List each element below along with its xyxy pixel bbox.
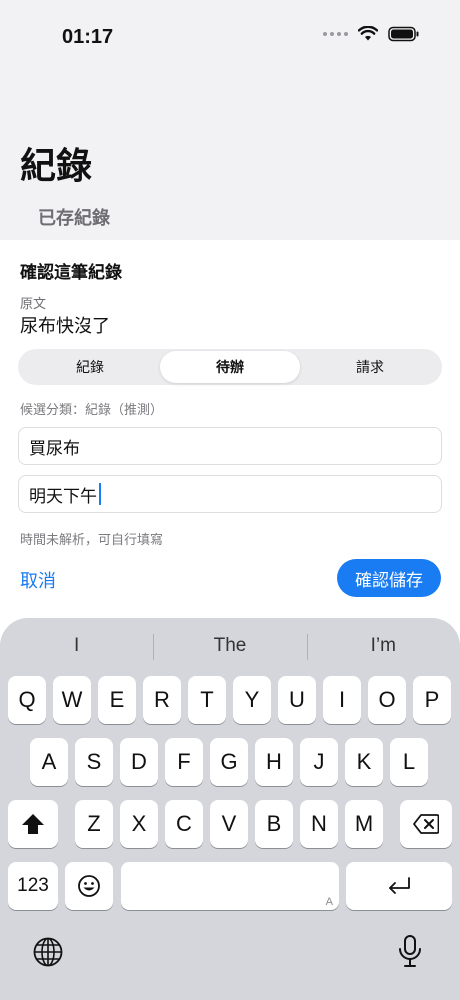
key-i[interactable]: I	[323, 676, 361, 724]
card-title: 確認這筆紀錄	[20, 263, 122, 283]
key-l[interactable]: L	[390, 738, 428, 786]
status-bar: 01:17	[0, 0, 460, 70]
original-text-label: 原文	[20, 297, 47, 312]
cellular-signal-icon	[323, 32, 348, 36]
cancel-button[interactable]: 取消	[20, 567, 56, 593]
category-segmented-control: 紀錄 待辦 請求	[18, 349, 442, 385]
key-j[interactable]: J	[300, 738, 338, 786]
wifi-icon	[358, 26, 378, 41]
key-h[interactable]: H	[255, 738, 293, 786]
key-f[interactable]: F	[165, 738, 203, 786]
key-w[interactable]: W	[53, 676, 91, 724]
suggestion-item[interactable]: I’m	[306, 626, 460, 666]
key-k[interactable]: K	[345, 738, 383, 786]
microphone-icon[interactable]	[396, 934, 424, 970]
item-input-value: 買尿布	[29, 438, 80, 459]
page-title: 紀錄	[20, 146, 93, 187]
key-v[interactable]: V	[210, 800, 248, 848]
segment-request[interactable]: 請求	[300, 351, 440, 383]
suggestion-item[interactable]: I	[0, 626, 153, 666]
return-icon	[389, 877, 410, 894]
key-c[interactable]: C	[165, 800, 203, 848]
item-input[interactable]: 買尿布	[18, 427, 442, 465]
key-a[interactable]: A	[30, 738, 68, 786]
delete-key[interactable]	[400, 800, 452, 848]
key-d[interactable]: D	[120, 738, 158, 786]
key-o[interactable]: O	[368, 676, 406, 724]
status-icons	[323, 26, 420, 42]
key-e[interactable]: E	[98, 676, 136, 724]
numbers-key[interactable]: 123	[8, 862, 58, 910]
suggestion-item[interactable]: The	[153, 626, 306, 666]
key-n[interactable]: N	[300, 800, 338, 848]
emoji-key[interactable]	[65, 862, 113, 910]
shift-icon	[22, 814, 44, 834]
key-b[interactable]: B	[255, 800, 293, 848]
emoji-icon	[78, 875, 100, 897]
status-time: 01:17	[62, 26, 114, 48]
key-u[interactable]: U	[278, 676, 316, 724]
backspace-icon	[413, 814, 439, 834]
key-s[interactable]: S	[75, 738, 113, 786]
original-text: 尿布快沒了	[20, 316, 110, 337]
segment-record[interactable]: 紀錄	[20, 351, 160, 383]
suggestion-bar: I The I’m	[0, 626, 460, 666]
keyboard: I The I’m Q W E R T Y U I O P A S D F G …	[0, 618, 460, 1000]
key-q[interactable]: Q	[8, 676, 46, 724]
key-t[interactable]: T	[188, 676, 226, 724]
battery-icon	[388, 26, 419, 42]
segment-todo[interactable]: 待辦	[160, 351, 300, 383]
key-z[interactable]: Z	[75, 800, 113, 848]
key-y[interactable]: Y	[233, 676, 271, 724]
category-hint: 候選分類：紀錄（推測）	[20, 403, 164, 418]
key-g[interactable]: G	[210, 738, 248, 786]
key-m[interactable]: M	[345, 800, 383, 848]
globe-icon[interactable]	[32, 936, 64, 968]
key-r[interactable]: R	[143, 676, 181, 724]
shift-key[interactable]	[8, 800, 58, 848]
return-key[interactable]	[346, 862, 452, 910]
confirm-save-button[interactable]: 確認儲存	[337, 559, 441, 597]
time-note: 時間未解析，可自行填寫	[20, 533, 164, 548]
saved-records-heading[interactable]: 已存紀錄	[38, 204, 110, 230]
space-key[interactable]: A	[121, 862, 339, 910]
key-p[interactable]: P	[413, 676, 451, 724]
time-input-value: 明天下午	[29, 486, 97, 507]
confirm-record-card: 確認這筆紀錄 原文 尿布快沒了 紀錄 待辦 請求 候選分類：紀錄（推測） 買尿布…	[0, 240, 460, 620]
key-x[interactable]: X	[120, 800, 158, 848]
text-cursor	[99, 483, 101, 505]
time-input[interactable]: 明天下午	[18, 475, 442, 513]
space-key-hint: A	[325, 896, 333, 908]
